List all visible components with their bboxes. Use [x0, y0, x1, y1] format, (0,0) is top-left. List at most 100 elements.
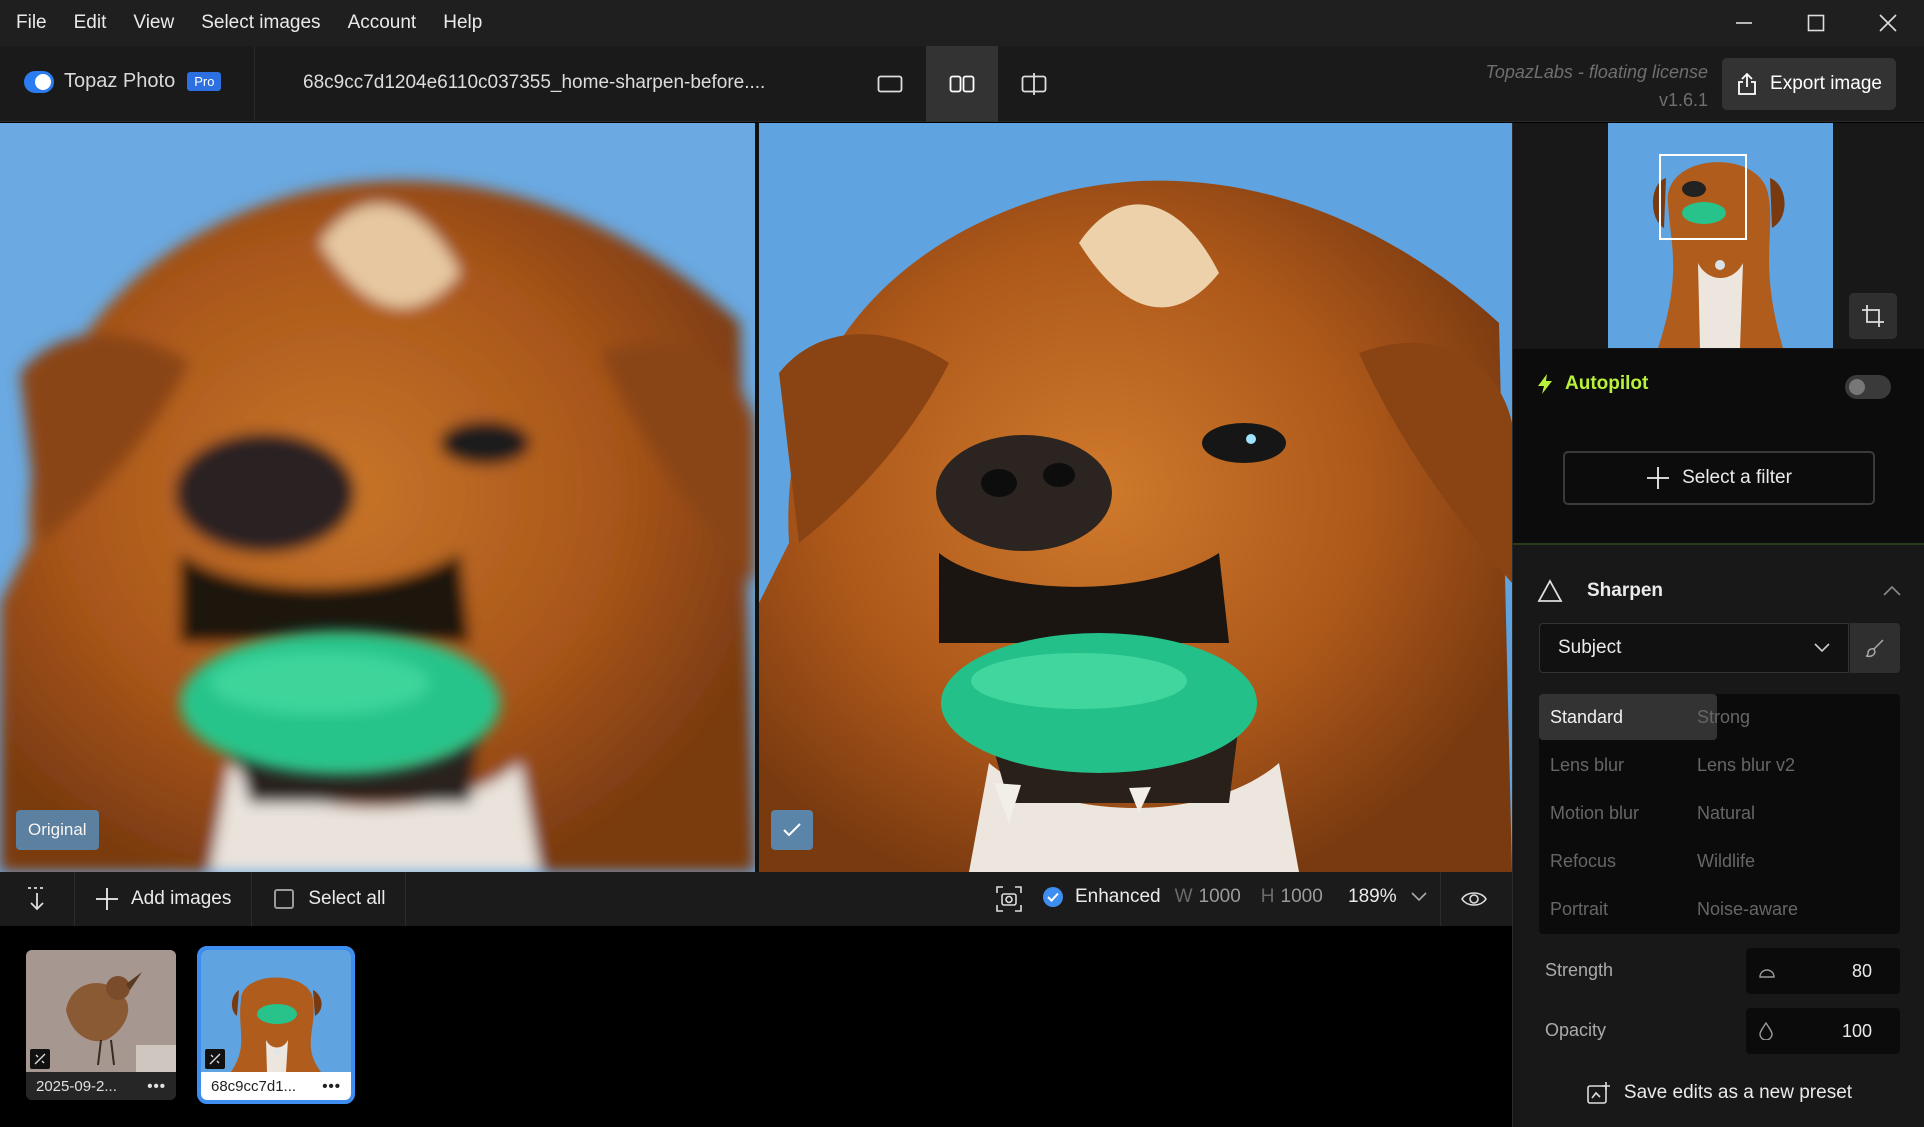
enhanced-pane[interactable]	[759, 123, 1512, 872]
autopilot-header: Autopilot	[1537, 373, 1648, 395]
menu-account[interactable]: Account	[332, 0, 428, 46]
bar-separator	[405, 872, 407, 926]
chevron-up-icon[interactable]	[1883, 586, 1901, 596]
viewer-bottom-bar: Add images Select all Enhanced W 1000 H …	[0, 872, 1512, 926]
model-wildlife[interactable]: Wildlife	[1686, 838, 1864, 884]
autopilot-label: Autopilot	[1565, 373, 1649, 394]
app-logo: Topaz Photo Pro	[24, 70, 222, 93]
image-viewer: Original	[0, 123, 1512, 872]
license-info: TopazLabs - floating license v1.6.1	[1486, 58, 1708, 114]
split-view-button[interactable]	[998, 46, 1070, 122]
thumbnail-label: 2025-09-2...	[36, 1077, 117, 1095]
save-preset-icon	[1587, 1082, 1610, 1104]
chevron-down-icon	[1814, 643, 1830, 653]
strength-label: Strength	[1545, 960, 1614, 980]
model-strong[interactable]: Strong	[1686, 694, 1864, 740]
model-noise-aware[interactable]: Noise-aware	[1686, 886, 1864, 932]
original-badge: Original	[16, 810, 99, 850]
add-images-button[interactable]: Add images	[75, 887, 251, 911]
check-icon	[783, 823, 801, 837]
sharpen-title: Sharpen	[1587, 580, 1664, 601]
close-button[interactable]	[1852, 0, 1924, 46]
single-view-button[interactable]	[854, 46, 926, 122]
select-filter-label: Select a filter	[1682, 467, 1792, 488]
snapshot-button[interactable]	[996, 886, 1022, 917]
strength-slider[interactable]: 80	[1746, 948, 1900, 994]
version-label: v1.6.1	[1658, 90, 1708, 110]
subject-dropdown[interactable]: Subject	[1539, 623, 1849, 673]
enhanced-status: Enhanced W 1000 H 1000	[1043, 886, 1323, 908]
eye-icon	[1461, 892, 1487, 906]
status-label: Enhanced	[1075, 886, 1161, 907]
original-photo	[0, 123, 755, 872]
minimize-icon	[1736, 22, 1752, 24]
right-sidebar: Autopilot Select a filter Sharpen Subjec…	[1512, 123, 1924, 1127]
navigator-viewport-rect[interactable]	[1659, 154, 1747, 240]
maximize-button[interactable]	[1780, 0, 1852, 46]
check-circle-icon	[1043, 887, 1063, 907]
logo-toggle-icon	[24, 70, 54, 93]
autopilot-toggle[interactable]	[1845, 375, 1891, 399]
filmstrip: 2025-09-2... ••• 68c9cc7d1... •••	[0, 926, 1512, 1127]
plus-icon	[96, 888, 118, 910]
plus-icon	[1647, 467, 1670, 489]
thumbnail-item[interactable]: 68c9cc7d1... •••	[197, 946, 355, 1104]
export-label: Export image	[1770, 73, 1882, 94]
menu-file[interactable]: File	[0, 0, 58, 46]
menu-help[interactable]: Help	[427, 0, 493, 46]
side-by-side-view-button[interactable]	[926, 46, 998, 122]
more-options-icon[interactable]: •••	[322, 1078, 341, 1095]
model-lens-blur-v2[interactable]: Lens blur v2	[1686, 742, 1864, 788]
file-name: 68c9cc7d1204e6110c037355_home-sharpen-be…	[303, 72, 766, 93]
height-label: H	[1260, 886, 1275, 907]
thumbnail-footer: 2025-09-2... •••	[26, 1072, 176, 1100]
toolbar-divider	[254, 46, 255, 122]
lightning-icon	[1538, 374, 1552, 394]
more-options-icon[interactable]: •••	[147, 1078, 166, 1095]
zoom-value: 189%	[1348, 886, 1397, 907]
crop-icon	[1862, 305, 1884, 327]
collapse-down-icon	[28, 887, 46, 911]
preview-toggle-button[interactable]	[1460, 886, 1488, 917]
opacity-slider[interactable]: 100	[1746, 1008, 1900, 1054]
export-image-button[interactable]: Export image	[1722, 58, 1896, 110]
mask-brush-button[interactable]	[1850, 623, 1900, 673]
single-view-icon	[877, 75, 903, 93]
save-preset-button[interactable]: Save edits as a new preset	[1513, 1059, 1924, 1127]
select-filter-button[interactable]: Select a filter	[1563, 451, 1875, 505]
crop-button[interactable]	[1849, 293, 1897, 339]
height-value: 1000	[1280, 886, 1323, 907]
split-view-icon	[1021, 73, 1047, 95]
width-value: 1000	[1198, 886, 1241, 907]
top-toolbar: Topaz Photo Pro 68c9cc7d1204e6110c037355…	[0, 46, 1924, 122]
pro-badge: Pro	[187, 72, 222, 91]
autopilot-section: Autopilot Select a filter	[1513, 349, 1924, 545]
maximize-icon	[1807, 14, 1825, 32]
sharpen-header[interactable]: Sharpen	[1513, 563, 1924, 619]
export-icon	[1738, 72, 1756, 95]
menu-select-images[interactable]: Select images	[185, 0, 331, 46]
navigator-preview[interactable]	[1608, 123, 1833, 348]
thumbnail-item[interactable]: 2025-09-2... •••	[26, 950, 176, 1100]
opacity-label: Opacity	[1545, 1020, 1607, 1040]
zoom-dropdown[interactable]: 189%	[1348, 886, 1427, 908]
menu-edit[interactable]: Edit	[58, 0, 118, 46]
thumbnail-footer: 68c9cc7d1... •••	[201, 1072, 351, 1100]
strength-gauge-icon	[1759, 969, 1775, 978]
select-all-checkbox[interactable]: Select all	[252, 888, 405, 910]
add-images-label: Add images	[131, 888, 232, 909]
opacity-row: Opacity 100	[1513, 1008, 1924, 1056]
close-icon	[1879, 14, 1897, 32]
minimize-button[interactable]	[1708, 0, 1780, 46]
enhance-marker-icon	[205, 1049, 225, 1069]
model-natural[interactable]: Natural	[1686, 790, 1864, 836]
brush-icon	[1865, 639, 1884, 658]
collapse-filmstrip-button[interactable]	[0, 872, 74, 926]
model-selector: Standard Strong Lens blur Lens blur v2 M…	[1539, 694, 1900, 934]
subject-value: Subject	[1558, 637, 1622, 658]
camera-focus-icon	[996, 886, 1022, 912]
chevron-down-icon	[1411, 892, 1427, 902]
original-pane[interactable]: Original	[0, 123, 755, 872]
menu-view[interactable]: View	[117, 0, 185, 46]
select-all-label: Select all	[308, 888, 386, 909]
